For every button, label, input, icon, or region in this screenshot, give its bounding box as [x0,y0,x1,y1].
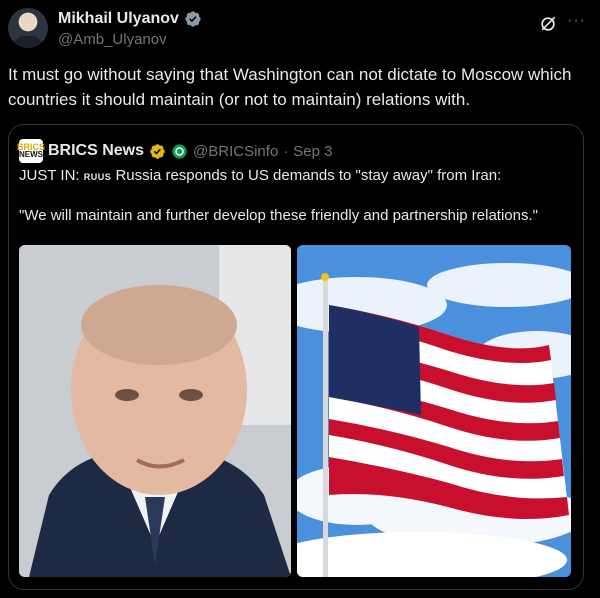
quoted-header: BRICS NEWS BRICS News @BRICSinfo · Sep 3 [17,139,333,163]
portrait-image[interactable] [19,245,291,577]
author-handle[interactable]: @Amb_Ulyanov [58,31,167,48]
portrait-illustration [19,245,291,577]
verified-badge-icon [185,11,201,27]
quoted-avatar[interactable]: BRICS NEWS [17,139,45,163]
quoted-handle[interactable]: @BRICSinfo [193,143,278,160]
quoted-tweet[interactable]: BRICS NEWS BRICS News @BRICSinfo · Sep 3… [8,124,584,590]
more-options-icon[interactable]: ··· [567,12,586,30]
flag-illustration [297,245,571,577]
quoted-name[interactable]: BRICS News [48,142,144,160]
verified-gold-icon [150,143,165,159]
author-avatar[interactable] [8,8,48,48]
author-name[interactable]: Mikhail Ulyanov [58,10,179,28]
author-name-row: Mikhail Ulyanov [58,10,202,28]
flag-tag: RUUS [83,172,112,182]
quoted-separator: · [283,142,289,160]
quoted-text-line2: "We will maintain and further develop th… [19,207,538,224]
quoted-date[interactable]: Sep 3 [293,143,332,160]
us-flag-image[interactable] [297,245,571,577]
tweet-header: Mikhail Ulyanov @Amb_Ulyanov ··· [8,6,592,54]
quoted-text-line1: JUST IN: RUUS Russia responds to US dema… [19,167,502,184]
tweet-text: It must go without saying that Washingto… [8,65,572,109]
grok-icon[interactable] [538,14,558,34]
affiliate-badge-icon [172,143,187,159]
